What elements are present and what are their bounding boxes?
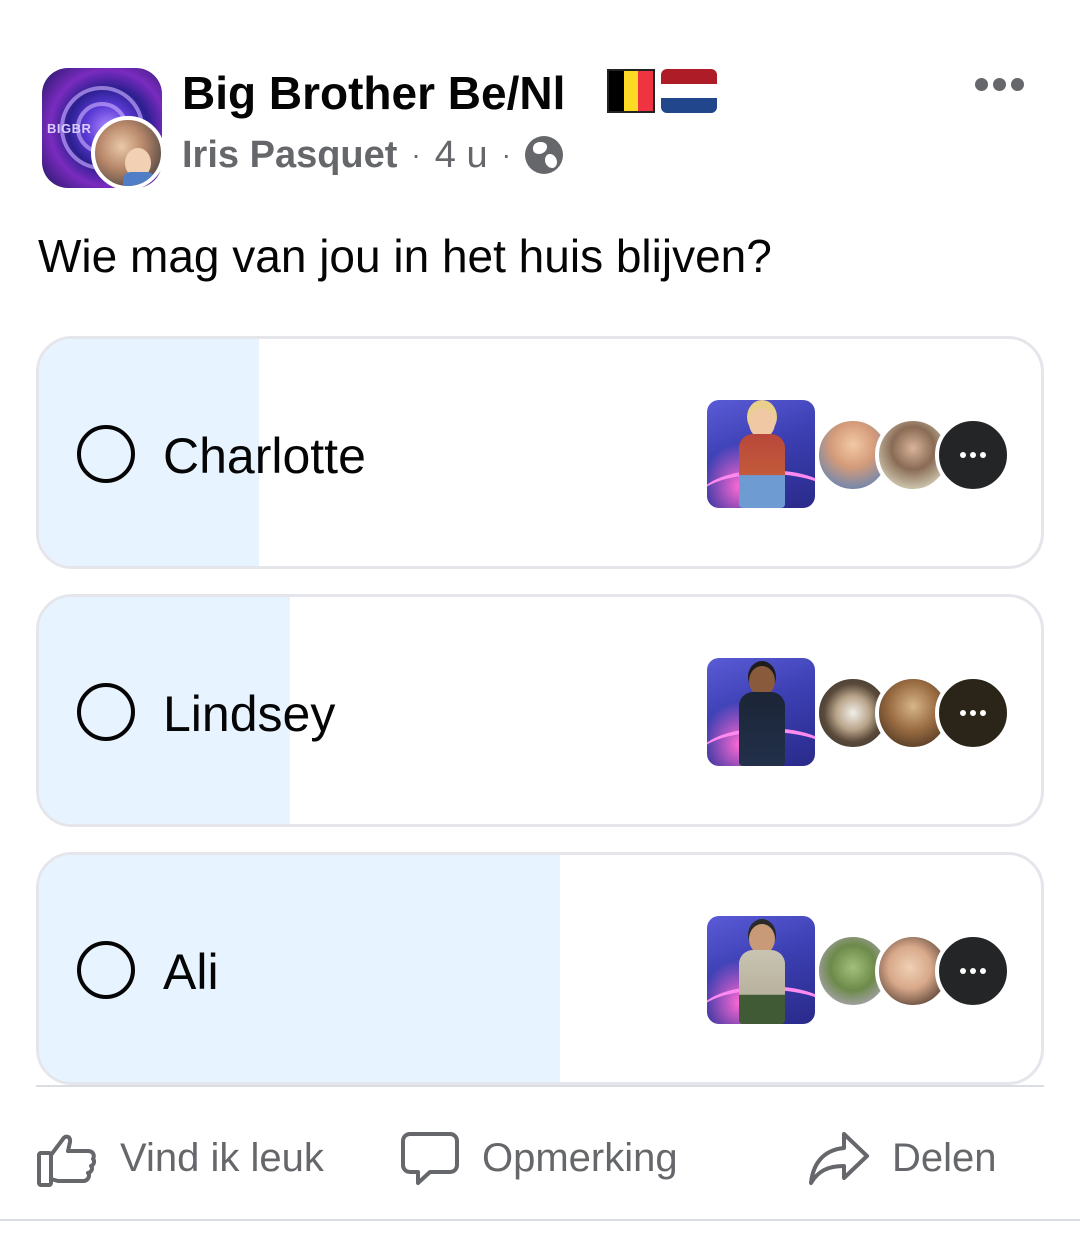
author-name[interactable]: Iris Pasquet	[182, 132, 397, 178]
candidate-photo	[707, 658, 815, 766]
group-name[interactable]: Big Brother Be/Nl	[182, 66, 565, 120]
post-action-bar: Vind ik leuk Opmerking Delen	[0, 1110, 1080, 1206]
divider	[0, 1219, 1080, 1221]
netherlands-flag-icon	[661, 69, 717, 113]
divider	[36, 1085, 1044, 1087]
poll-option-label: Charlotte	[163, 428, 366, 484]
comment-label: Opmerking	[482, 1135, 678, 1180]
poll-question: Wie mag van jou in het huis blijven?	[38, 230, 772, 282]
poll-option-label: Lindsey	[163, 686, 336, 742]
thumbs-up-icon	[37, 1134, 97, 1187]
globe-icon	[524, 136, 563, 174]
radio-button[interactable]	[77, 941, 135, 999]
radio-button[interactable]	[77, 683, 135, 741]
share-label: Delen	[892, 1135, 997, 1180]
belgium-flag-icon	[607, 69, 655, 113]
share-button[interactable]: Delen	[808, 1120, 997, 1196]
author-avatar[interactable]	[91, 116, 165, 190]
comment-bubble-icon	[401, 1132, 459, 1185]
voter-avatars[interactable]	[815, 675, 1011, 751]
radio-button[interactable]	[77, 425, 135, 483]
comment-button[interactable]: Opmerking	[400, 1120, 678, 1196]
flag-emojis	[607, 69, 717, 113]
like-label: Vind ik leuk	[120, 1135, 324, 1180]
more-voters-icon	[935, 933, 1011, 1009]
candidate-photo	[707, 400, 815, 508]
group-avatar-text: BIGBR	[47, 121, 92, 136]
meta-separator: ·	[411, 139, 421, 170]
more-voters-icon	[935, 675, 1011, 751]
share-arrow-icon	[809, 1132, 869, 1185]
like-button[interactable]: Vind ik leuk	[36, 1120, 324, 1196]
poll-option-label: Ali	[163, 944, 219, 1000]
post-header: BIGBR Big Brother Be/Nl Iris Pasquet · 4…	[40, 64, 1040, 194]
poll-option-lindsey[interactable]: Lindsey	[36, 594, 1044, 827]
post-time[interactable]: 4 u	[435, 132, 488, 178]
candidate-photo	[707, 916, 815, 1024]
more-options-button[interactable]	[975, 78, 1024, 91]
voter-avatars[interactable]	[815, 417, 1011, 493]
voter-avatars[interactable]	[815, 933, 1011, 1009]
poll-option-ali[interactable]: Ali	[36, 852, 1044, 1085]
more-voters-icon	[935, 417, 1011, 493]
poll-option-charlotte[interactable]: Charlotte	[36, 336, 1044, 569]
post-meta: Iris Pasquet · 4 u ·	[182, 132, 563, 178]
meta-separator: ·	[501, 139, 511, 170]
